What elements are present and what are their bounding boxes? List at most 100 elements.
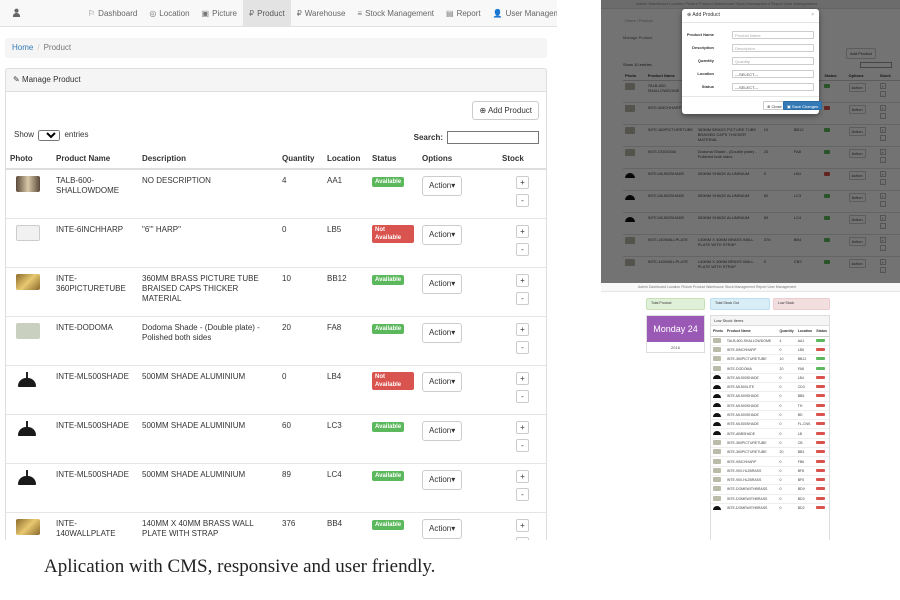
low-stock-row: INTE-ML500SHADE 0 BB5: [711, 391, 829, 402]
search-label: Search:: [413, 133, 443, 142]
stock-increase-button[interactable]: +: [516, 225, 529, 238]
column-header[interactable]: Quantity: [278, 149, 323, 170]
search-input[interactable]: [447, 131, 539, 144]
low-stock-thumbnail: [713, 505, 721, 510]
low-stock-status: [814, 335, 829, 346]
column-header[interactable]: Status: [368, 149, 418, 170]
nav-item-picture[interactable]: ▣ Picture: [196, 0, 243, 27]
column-header[interactable]: Photo: [6, 149, 52, 170]
user-icon[interactable]: [12, 8, 21, 17]
quantity-cell: 10: [278, 267, 323, 317]
product-name-cell: TALB-600-SHALLOWDOME: [52, 168, 138, 219]
nav-item-label: Report: [456, 9, 481, 18]
low-stock-photo: [711, 465, 725, 476]
low-stock-quantity: 0: [777, 381, 796, 392]
low-stock-location: FL-CNS: [795, 419, 815, 429]
dash-nav-text: Admin Dashboard Location Picture Product…: [638, 285, 797, 289]
column-header[interactable]: Product Name: [52, 149, 138, 170]
column-header[interactable]: Options: [418, 149, 498, 170]
low-stock-quantity: 4: [777, 335, 796, 346]
warehouse-icon: ₽: [296, 9, 302, 18]
entries-select[interactable]: 10: [38, 130, 61, 141]
stock-decrease-button[interactable]: -: [516, 194, 529, 207]
action-label: Action: [429, 328, 452, 337]
modal-save-button[interactable]: ▣ Save Changes: [783, 101, 823, 110]
field-input[interactable]: Description: [732, 44, 814, 52]
nav-item-report[interactable]: ▤ Report: [440, 0, 487, 27]
save-label: Save Changes: [791, 104, 819, 109]
manage-product-panel: ✎ Manage Product ⊕ Add Product Show 10 e…: [5, 68, 547, 540]
nav-item-user-management[interactable]: 👤User Management: [487, 0, 557, 27]
column-header[interactable]: Description: [138, 149, 278, 170]
low-stock-photo: [711, 493, 725, 504]
add-product-button[interactable]: ⊕ Add Product: [472, 101, 539, 120]
close-icon[interactable]: ×: [811, 12, 814, 18]
action-dropdown-button[interactable]: Action▾: [422, 372, 463, 392]
action-dropdown-button[interactable]: Action▾: [422, 176, 463, 196]
low-stock-photo: [711, 437, 725, 448]
field-input[interactable]: Product Name: [732, 31, 814, 39]
column-header[interactable]: Stock: [498, 149, 546, 170]
nav-item-warehouse[interactable]: ₽ Warehouse: [291, 0, 352, 27]
breadcrumb-home-link[interactable]: Home: [12, 43, 33, 52]
caret-down-icon: ▾: [451, 328, 456, 337]
action-dropdown-button[interactable]: Action▾: [422, 519, 463, 539]
nav-item-product[interactable]: ₽ Product: [243, 0, 291, 27]
location-cell: LB4: [323, 365, 368, 415]
stock-decrease-button[interactable]: -: [516, 292, 529, 305]
stock-decrease-button[interactable]: -: [516, 439, 529, 452]
edit-icon: ✎: [13, 75, 20, 84]
stock-increase-button[interactable]: +: [516, 519, 529, 532]
location-icon: ◎: [149, 9, 157, 18]
stock-increase-button[interactable]: +: [516, 323, 529, 336]
nav-item-location[interactable]: ◎ Location: [143, 0, 195, 27]
options-cell: Action▾: [418, 414, 498, 464]
low-stock-photo: [711, 456, 725, 467]
low-stock-thumbnail: [713, 346, 721, 352]
stock-decrease-button[interactable]: -: [516, 488, 529, 501]
nav-item-dashboard[interactable]: ⚐ Dashboard: [82, 0, 143, 27]
stock-increase-button[interactable]: +: [516, 470, 529, 483]
action-dropdown-button[interactable]: Action▾: [422, 274, 463, 294]
stock-decrease-button[interactable]: -: [516, 537, 529, 540]
field-select[interactable]: ---SELECT---: [732, 70, 814, 78]
column-header[interactable]: Location: [323, 149, 368, 170]
nav-item-stock-management[interactable]: ≡ Stock Management: [351, 0, 440, 27]
low-stock-location: LB4: [795, 372, 815, 383]
action-dropdown-button[interactable]: Action▾: [422, 323, 463, 343]
field-input[interactable]: Quantity: [732, 57, 814, 65]
low-stock-name: INTE-ML500SHADE: [724, 409, 778, 420]
stock-increase-button[interactable]: +: [516, 372, 529, 385]
low-stock-photo: [711, 484, 725, 495]
low-stock-badge: [816, 375, 826, 379]
photo-cell: [6, 168, 52, 219]
low-stock-photo: [711, 335, 725, 346]
low-stock-row: INTE-360PICTURETUBE 0 CB: [711, 437, 829, 448]
field-select[interactable]: ---SELECT---: [732, 83, 814, 91]
caret-down-icon: ▾: [451, 426, 456, 435]
low-stock-location: BF8: [795, 465, 815, 476]
show-suffix: entries: [64, 130, 89, 139]
low-stock-location: BD9: [795, 484, 815, 495]
breadcrumb-current: Product: [43, 43, 72, 52]
action-dropdown-button[interactable]: Action▾: [422, 421, 463, 441]
search-control: Search:: [414, 131, 539, 144]
status-cell: Not Available: [368, 365, 418, 415]
stock-decrease-button[interactable]: -: [516, 390, 529, 403]
add-product-modal-screenshot: Admin Dashboard Location Picture Product…: [601, 0, 900, 283]
low-stock-header-row: Photo Product Name Quantity Location Status: [711, 326, 829, 337]
quantity-cell: 4: [278, 168, 323, 219]
stat-low-stock: Low Stock: [773, 298, 830, 310]
stock-increase-button[interactable]: +: [516, 274, 529, 287]
stock-decrease-button[interactable]: -: [516, 341, 529, 354]
form-row: Quantity Quantity: [682, 57, 819, 65]
action-dropdown-button[interactable]: Action▾: [422, 470, 463, 490]
stock-increase-button[interactable]: +: [516, 421, 529, 434]
low-stock-column-header: Quantity: [777, 326, 796, 337]
low-stock-quantity: 0: [777, 484, 796, 495]
stock-cell: +-: [498, 512, 546, 540]
action-dropdown-button[interactable]: Action▾: [422, 225, 463, 245]
stock-increase-button[interactable]: +: [516, 176, 529, 189]
low-stock-location: BB5: [795, 391, 815, 402]
stock-decrease-button[interactable]: -: [516, 243, 529, 256]
